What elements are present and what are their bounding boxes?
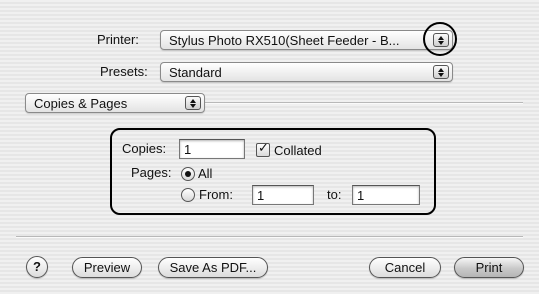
- presets-label: Presets:: [100, 64, 148, 79]
- pages-from-radio[interactable]: [181, 188, 195, 202]
- collated-checkbox[interactable]: ✓: [256, 140, 270, 157]
- section-popup-value: Copies & Pages: [34, 96, 128, 111]
- preview-button[interactable]: Preview: [72, 257, 142, 278]
- printer-popup-value: Stylus Photo RX510(Sheet Feeder - B...: [169, 33, 400, 48]
- chevron-updown-icon: [433, 65, 449, 79]
- printer-popup[interactable]: Stylus Photo RX510(Sheet Feeder - B...: [160, 30, 453, 50]
- printer-label: Printer:: [97, 32, 139, 47]
- chevron-updown-icon: [185, 96, 201, 110]
- presets-popup[interactable]: Standard: [160, 62, 453, 82]
- section-popup[interactable]: Copies & Pages: [25, 93, 205, 113]
- cancel-button[interactable]: Cancel: [369, 257, 441, 278]
- section-divider: [205, 102, 523, 104]
- save-as-pdf-button[interactable]: Save As PDF...: [158, 257, 268, 278]
- copies-field[interactable]: 1: [179, 139, 245, 159]
- checkmark-icon: ✓: [258, 140, 269, 155]
- collated-label: Collated: [274, 143, 322, 158]
- pages-all-label: All: [198, 166, 213, 181]
- pages-all-radio[interactable]: [181, 167, 195, 181]
- print-button[interactable]: Print: [454, 257, 524, 278]
- pages-from-label: From:: [199, 187, 233, 202]
- pages-from-field[interactable]: 1: [252, 185, 314, 205]
- highlight-circle: [423, 22, 457, 56]
- pages-to-field[interactable]: 1: [352, 185, 420, 205]
- presets-popup-value: Standard: [169, 65, 222, 80]
- bottom-divider: [16, 236, 523, 238]
- copies-label: Copies:: [122, 141, 167, 156]
- help-button[interactable]: ?: [26, 256, 48, 278]
- pages-label: Pages:: [131, 165, 172, 180]
- pages-to-label: to:: [327, 187, 342, 202]
